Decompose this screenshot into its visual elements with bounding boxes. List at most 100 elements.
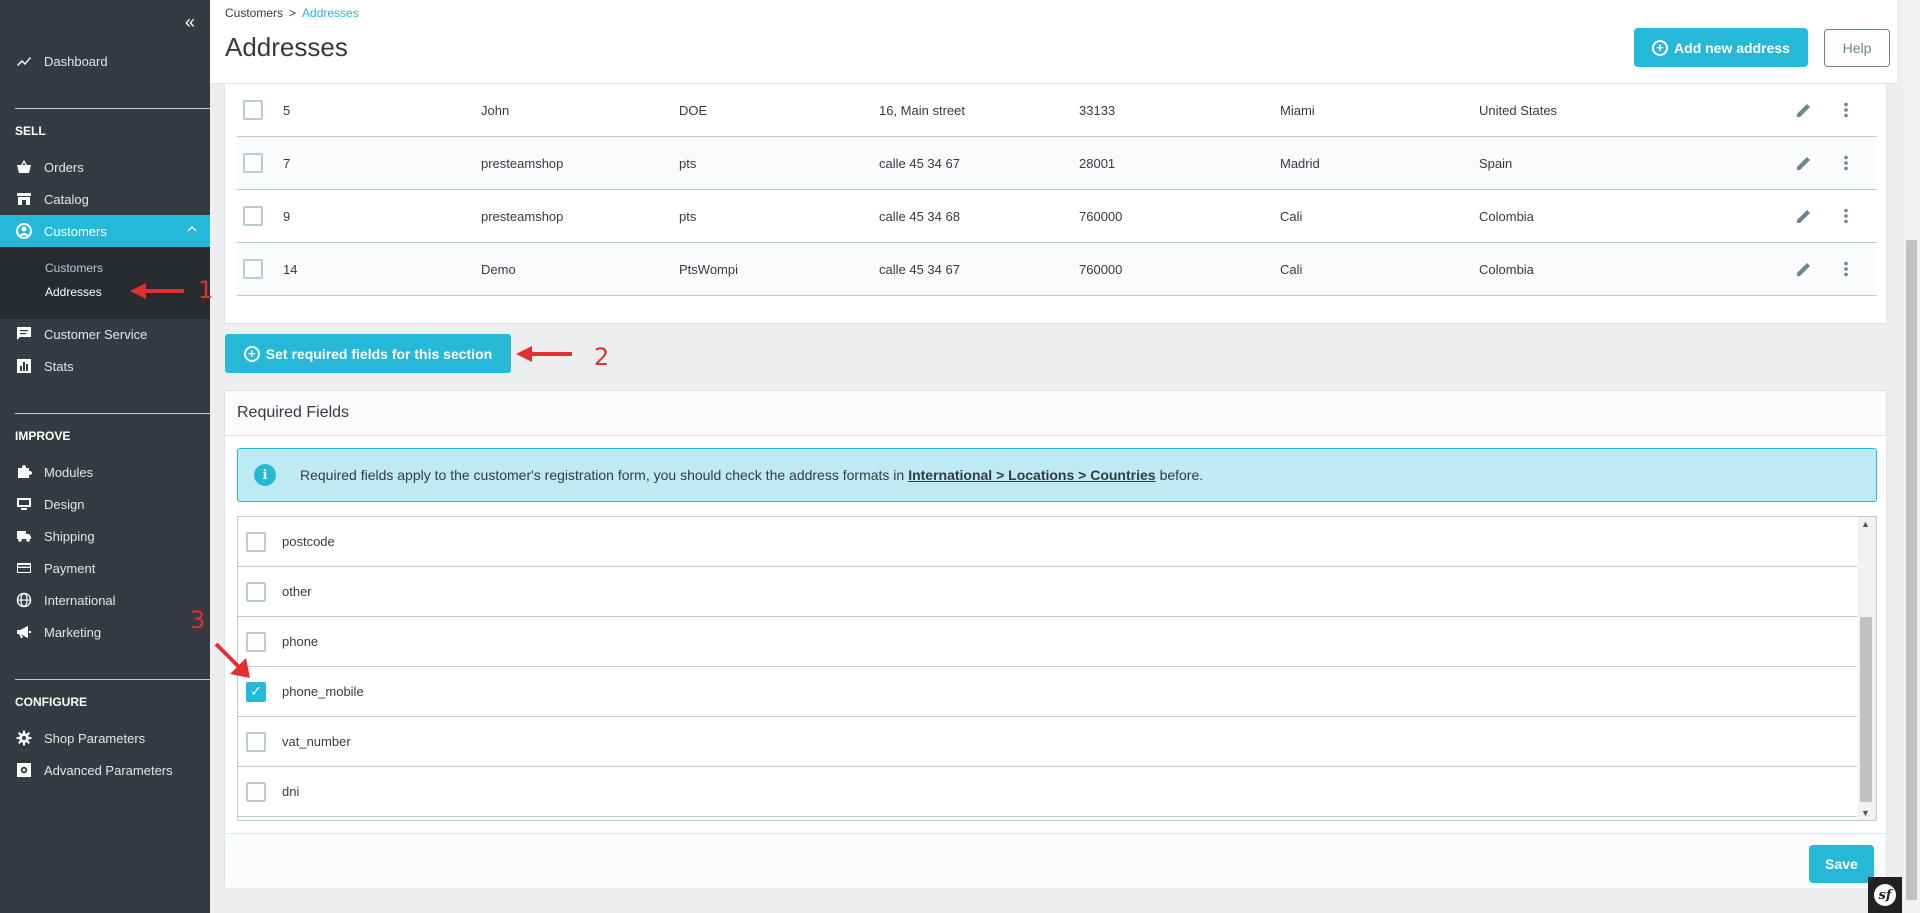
required-fields-list: postcode other phone ✓ phone_mobile vat_… <box>237 516 1877 821</box>
sidebar-item-label: Design <box>44 496 85 512</box>
checkbox[interactable] <box>246 581 266 602</box>
sidebar-item-label: Shop Parameters <box>44 730 146 746</box>
annotation-arrow-1 <box>128 280 188 307</box>
set-required-fields-button[interactable]: + Set required fields for this section <box>225 334 511 373</box>
subnav-item-customers[interactable]: Customers <box>45 261 103 275</box>
scroll-up-icon[interactable]: ▲ <box>1861 519 1870 529</box>
field-label: dni <box>282 784 300 799</box>
row-select[interactable] <box>243 243 263 295</box>
more-vert-icon[interactable] <box>1837 190 1855 242</box>
panel-title: Required Fields <box>237 404 350 421</box>
checkbox[interactable] <box>243 259 263 279</box>
edit-pencil-icon[interactable] <box>1795 137 1813 189</box>
help-button[interactable]: Help <box>1824 29 1890 67</box>
table-row: 9 presteamshop pts calle 45 34 68 760000… <box>237 190 1877 243</box>
settings-box-icon <box>15 761 33 779</box>
field-label: other <box>282 584 312 599</box>
checkbox[interactable] <box>243 206 263 226</box>
edit-pencil-icon[interactable] <box>1795 190 1813 242</box>
section-title-sell: SELL <box>15 124 46 138</box>
field-row-vat-number[interactable]: vat_number <box>238 717 1857 767</box>
sidebar-item-customers[interactable]: Customers <box>0 215 210 247</box>
cell-lastname: pts <box>679 155 697 171</box>
edit-pencil-icon[interactable] <box>1795 243 1813 295</box>
subnav-item-addresses[interactable]: Addresses <box>45 285 102 299</box>
checkbox[interactable] <box>243 153 263 173</box>
cell-firstname: presteamshop <box>481 208 564 224</box>
section-divider <box>15 413 210 414</box>
sidebar-item-payment[interactable]: Payment <box>0 553 210 583</box>
breadcrumb-current[interactable]: Addresses <box>302 6 359 20</box>
sidebar-item-label: Stats <box>44 358 74 374</box>
more-vert-icon[interactable] <box>1837 137 1855 189</box>
cell-id: 14 <box>283 261 298 277</box>
symfony-toolbar-icon[interactable]: sf <box>1868 877 1902 913</box>
scrollbar-thumb[interactable] <box>1906 240 1917 900</box>
sidebar-item-marketing[interactable]: Marketing <box>0 617 210 647</box>
page-scrollbar[interactable] <box>1903 0 1920 913</box>
sidebar-item-label: Dashboard <box>44 53 108 69</box>
sidebar-item-advanced-parameters[interactable]: Advanced Parameters <box>0 755 210 785</box>
collapse-sidebar-icon[interactable]: « <box>185 12 195 33</box>
cell-id: 5 <box>283 102 291 118</box>
field-row-postcode[interactable]: postcode <box>238 517 1857 567</box>
alert-text: Required fields apply to the customer's … <box>300 467 905 483</box>
row-select[interactable] <box>243 190 263 242</box>
alert-text-after: before. <box>1159 467 1204 483</box>
sidebar-item-stats[interactable]: Stats <box>0 351 210 381</box>
addresses-table: 5 John DOE 16, Main street 33133 Miami U… <box>224 84 1887 324</box>
field-row-phone-mobile[interactable]: ✓ phone_mobile <box>238 667 1857 717</box>
checkbox[interactable] <box>246 731 266 752</box>
sidebar-item-modules[interactable]: Modules <box>0 457 210 487</box>
cell-address: calle 45 34 67 <box>879 155 960 171</box>
field-row-phone[interactable]: phone <box>238 617 1857 667</box>
table-row: 14 Demo PtsWompi calle 45 34 67 760000 C… <box>237 243 1877 296</box>
sidebar-item-label: Advanced Parameters <box>44 762 173 778</box>
section-title-improve: IMPROVE <box>15 429 71 443</box>
add-circle-icon: + <box>243 345 260 362</box>
add-new-address-label: Add new address <box>1674 39 1790 56</box>
sidebar-item-shop-parameters[interactable]: Shop Parameters <box>0 723 210 753</box>
more-vert-icon[interactable] <box>1837 84 1855 136</box>
sidebar-item-catalog[interactable]: Catalog <box>0 184 210 214</box>
sidebar-item-dashboard[interactable]: Dashboard <box>0 46 210 76</box>
checkbox[interactable] <box>243 100 263 120</box>
symfony-logo-icon: sf <box>1874 884 1896 906</box>
sidebar-item-label: Customer Service <box>44 326 148 342</box>
sidebar-item-design[interactable]: Design <box>0 489 210 519</box>
credit-card-icon <box>15 559 33 577</box>
chevron-up-icon <box>186 223 198 238</box>
field-row-other[interactable]: other <box>238 567 1857 617</box>
field-row-dni[interactable]: dni <box>238 767 1857 817</box>
sidebar-item-label: Orders <box>44 159 84 175</box>
globe-icon <box>15 591 33 609</box>
add-new-address-button[interactable]: + Add new address <box>1634 28 1808 67</box>
list-scrollbar[interactable]: ▲ ▼ <box>1858 517 1876 820</box>
row-select[interactable] <box>243 137 263 189</box>
sidebar-item-international[interactable]: International <box>0 585 210 615</box>
bar-chart-icon <box>15 357 33 375</box>
cell-address: calle 45 34 68 <box>879 208 960 224</box>
sidebar-item-customer-service[interactable]: Customer Service <box>0 319 210 349</box>
cell-id: 9 <box>283 208 291 224</box>
cell-city: Cali <box>1280 261 1303 277</box>
info-icon: i <box>254 464 276 486</box>
sidebar-item-shipping[interactable]: Shipping <box>0 521 210 551</box>
sidebar-item-label: Marketing <box>44 624 102 640</box>
checkbox[interactable] <box>246 531 266 552</box>
sidebar-item-orders[interactable]: Orders <box>0 152 210 182</box>
countries-link[interactable]: International > Locations > Countries <box>908 467 1155 483</box>
row-select[interactable] <box>243 84 263 136</box>
cell-country: United States <box>1479 102 1558 118</box>
megaphone-icon <box>15 623 33 641</box>
cell-country: Colombia <box>1479 261 1534 277</box>
scrollbar-thumb[interactable] <box>1860 617 1872 802</box>
more-vert-icon[interactable] <box>1837 243 1855 295</box>
breadcrumb-parent[interactable]: Customers <box>225 6 283 20</box>
scroll-down-icon[interactable]: ▼ <box>1861 808 1870 818</box>
checkbox[interactable] <box>246 781 266 802</box>
chat-icon <box>15 325 33 343</box>
cell-city: Cali <box>1280 208 1303 224</box>
edit-pencil-icon[interactable] <box>1795 84 1813 136</box>
save-button[interactable]: Save <box>1809 845 1874 883</box>
